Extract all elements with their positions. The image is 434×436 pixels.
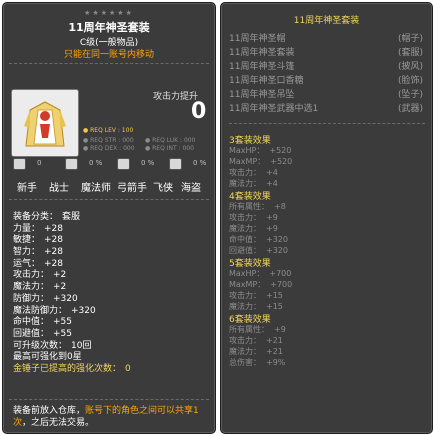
stat-accuracy: 命中值： +55	[13, 317, 73, 328]
small-value-1: 0	[37, 159, 42, 167]
effect-line: 攻击力： +4	[229, 168, 278, 177]
effect-line: 攻击力： +9	[229, 213, 278, 222]
set-effects: 3套装效果 MaxHP： +520 MaxMP： +520 攻击力： +4 魔法力： +…	[229, 133, 425, 368]
small-value-3: 0 %	[141, 159, 155, 167]
effect-line: 魔法力： +15	[229, 302, 283, 311]
effect-6-heading: 6套装效果	[229, 315, 271, 325]
set-title: 11周年神圣套装	[293, 16, 360, 26]
stat-defense: 防御力： +320	[13, 293, 78, 304]
set-piece: 11周年神圣口香糖 (脸饰)	[229, 76, 423, 86]
stat-magic: 魔法力： +2	[13, 282, 67, 293]
stat-int: 智力： +28	[13, 247, 64, 258]
job-warrior: 战士	[49, 183, 69, 194]
item-tooltip: ★★★★★★ 11周年神圣套装 C级(一般物品) 只能在同一账号内移动 攻击力提…	[2, 2, 216, 434]
effect-line: 魔法力： +21	[229, 347, 283, 356]
item-image	[11, 89, 79, 157]
pet-icon	[13, 158, 26, 170]
divider	[9, 199, 209, 200]
attack-increase-value: 0	[191, 99, 207, 124]
divider	[9, 63, 209, 64]
effect-line: MaxHP： +700	[229, 269, 292, 278]
trade-note: 装备前放入仓库，账号下的角色之间可以共享1次，之后无法交易。	[13, 406, 199, 428]
stat-upgrades: 可升级次数： 10回	[13, 340, 92, 351]
potential-icon	[65, 158, 78, 170]
req-level: ● REQ LEV : 100	[83, 127, 134, 134]
stat-list: 装备分类： 套服 力量： +28 敏捷： +28 智力： +28 运气： +28 攻击力：…	[13, 209, 213, 374]
set-piece: 11周年神圣吊坠 (坠子)	[229, 90, 423, 100]
divider	[229, 123, 425, 124]
job-beginner: 新手	[17, 183, 37, 194]
effect-line: 魔法力： +4	[229, 179, 278, 188]
star-rating: ★★★★★★	[84, 9, 134, 17]
stat-equip-type: 装备分类： 套服	[13, 212, 81, 222]
stat-avoid: 回避值： +55	[13, 328, 73, 339]
stat-golden-hammer: 金锤子已提高的强化次数： 0	[13, 363, 131, 374]
job-list: 新手 战士 魔法师 弓箭手 飞侠 海盗	[13, 179, 209, 194]
req-int: ● REQ INT : 000	[145, 145, 194, 152]
stat-dex: 敏捷： +28	[13, 235, 64, 246]
divider	[9, 399, 209, 400]
stat-luk: 运气： +28	[13, 258, 64, 269]
effect-4-heading: 4套装效果	[229, 192, 271, 202]
effect-line: 总伤害： +9%	[229, 358, 286, 367]
effect-line: MaxHP： +520	[229, 146, 292, 155]
set-piece: 11周年神圣武器中选1 (武器)	[229, 104, 423, 114]
job-pirate: 海盗	[181, 183, 201, 194]
effect-line: 所有属性： +9	[229, 325, 286, 334]
req-dex: ● REQ DEX : 000	[83, 145, 135, 152]
small-value-2: 0 %	[89, 159, 103, 167]
effect-5-heading: 5套装效果	[229, 259, 271, 269]
job-bowman: 弓箭手	[117, 183, 147, 194]
effect-line: 魔法力： +9	[229, 224, 278, 233]
set-piece: 11周年神圣套装 (套服)	[229, 48, 423, 58]
set-info-panel: 11周年神圣套装 11周年神圣帽 (帽子) 11周年神圣套装 (套服) 11周年神圣…	[220, 2, 433, 434]
stat-magic-defense: 魔法防御力： +320	[13, 305, 96, 316]
req-str: ● REQ STR : 000	[83, 137, 134, 144]
req-row-2: ● REQ DEX : 000 ● REQ INT : 000	[83, 145, 207, 152]
stat-str: 力量： +28	[13, 223, 64, 234]
effect-3-heading: 3套装效果	[229, 136, 271, 146]
req-row-1: ● REQ STR : 000 ● REQ LUK : 000	[83, 137, 207, 144]
effect-line: MaxMP： +700	[229, 280, 293, 289]
defense-icon	[117, 158, 130, 170]
req-luk: ● REQ LUK : 000	[145, 137, 196, 144]
stat-attack: 攻击力： +2	[13, 270, 67, 281]
small-value-4: 0 %	[193, 159, 207, 167]
set-piece: 11周年神圣斗篷 (披风)	[229, 62, 423, 72]
set-piece-list: 11周年神圣帽 (帽子) 11周年神圣套装 (套服) 11周年神圣斗篷 (披风) 11…	[229, 31, 425, 115]
effect-line: MaxMP： +520	[229, 157, 293, 166]
item-name: 11周年神圣套装	[68, 21, 150, 34]
job-thief: 飞侠	[153, 183, 173, 194]
effect-line: 攻击力： +21	[229, 336, 283, 345]
stat-max-enhance: 最高可强化到0星	[13, 352, 82, 363]
job-magician: 魔法师	[81, 183, 111, 194]
bind-note: 只能在同一账号内移动	[63, 50, 154, 60]
effect-line: 回避值： +320	[229, 246, 288, 255]
effect-line: 攻击力： +15	[229, 291, 283, 300]
boss-icon	[169, 158, 182, 170]
small-icon-row: 0 0 % 0 % 0 %	[13, 158, 209, 170]
effect-line: 命中值： +320	[229, 235, 288, 244]
effect-line: 所有属性： +8	[229, 202, 286, 211]
set-piece: 11周年神圣帽 (帽子)	[229, 34, 423, 44]
